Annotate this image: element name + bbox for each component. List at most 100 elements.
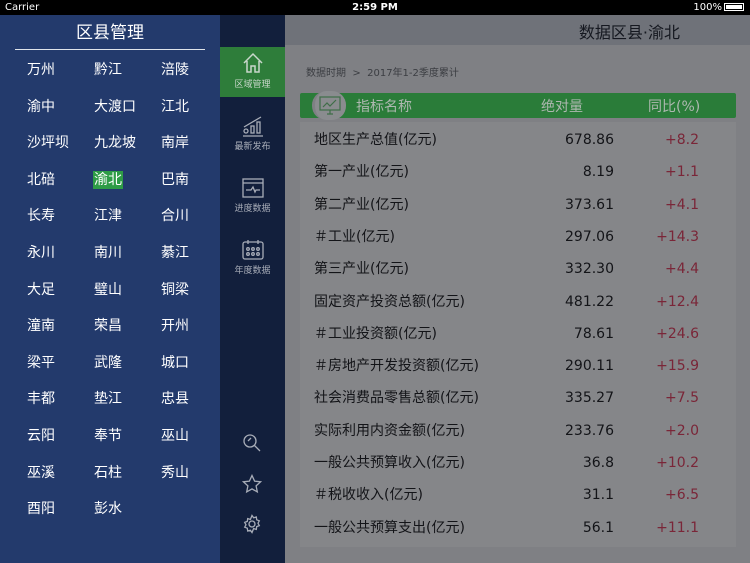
table-row[interactable]: 地区生产总值(亿元) 678.86 +8.2 xyxy=(300,124,736,156)
district-item[interactable]: 城口 xyxy=(160,345,227,382)
district-item[interactable]: 忠县 xyxy=(160,381,227,418)
district-item[interactable]: 大足 xyxy=(26,272,93,309)
table-header: 指标名称 绝对量 同比(%) xyxy=(300,91,736,120)
cell-name: 固定资产投资总额(亿元) xyxy=(314,293,465,310)
cell-pct: +6.5 xyxy=(665,487,699,504)
district-item[interactable]: 巴南 xyxy=(160,162,227,199)
district-label: 璧山 xyxy=(94,281,122,298)
cell-name: 社会消费品零售总额(亿元) xyxy=(314,390,479,407)
district-item[interactable]: 丰都 xyxy=(26,381,93,418)
nav-region-management[interactable]: 区域管理 xyxy=(220,47,285,97)
district-item[interactable]: 南岸 xyxy=(160,125,227,162)
table-row[interactable]: 一般公共预算收入(亿元) 36.8 +10.2 xyxy=(300,447,736,479)
table-row[interactable]: ＃工业投资额(亿元) 78.61 +24.6 xyxy=(300,318,736,350)
district-item[interactable]: 石柱 xyxy=(93,455,160,492)
nav-latest-release[interactable]: 最新发布 xyxy=(220,111,285,161)
cell-pct: +14.3 xyxy=(656,228,699,245)
district-item[interactable]: 江津 xyxy=(93,198,160,235)
district-label: 铜梁 xyxy=(161,281,189,298)
nav-progress-data[interactable]: 进度数据 xyxy=(220,173,285,223)
cell-name: 实际利用内资金额(亿元) xyxy=(314,422,465,439)
district-item[interactable]: 渝中 xyxy=(26,89,93,126)
gear-icon[interactable] xyxy=(242,514,262,534)
nav-label: 年度数据 xyxy=(234,266,271,276)
district-item[interactable]: 南川 xyxy=(93,235,160,272)
district-item[interactable]: 云阳 xyxy=(26,418,93,455)
district-label: 石柱 xyxy=(94,464,122,481)
battery: 100% xyxy=(693,0,744,15)
district-item[interactable]: 璧山 xyxy=(93,272,160,309)
district-item[interactable]: 合川 xyxy=(160,198,227,235)
table-row[interactable]: 第一产业(亿元) 8.19 +1.1 xyxy=(300,156,736,188)
district-item[interactable]: 垫江 xyxy=(93,381,160,418)
district-item[interactable]: 奉节 xyxy=(93,418,160,455)
district-item[interactable]: 巫山 xyxy=(160,418,227,455)
district-label: 巫山 xyxy=(161,427,189,444)
cell-value: 373.61 xyxy=(565,196,614,213)
district-item[interactable]: 梁平 xyxy=(26,345,93,382)
district-item[interactable]: 渝北 xyxy=(93,162,160,199)
district-item[interactable]: 潼南 xyxy=(26,308,93,345)
district-item[interactable]: 綦江 xyxy=(160,235,227,272)
district-item[interactable]: 江北 xyxy=(160,89,227,126)
district-label: 涪陵 xyxy=(161,62,189,78)
district-label: 武隆 xyxy=(94,354,122,371)
table-row[interactable]: 固定资产投资总额(亿元) 481.22 +12.4 xyxy=(300,286,736,318)
table-row[interactable]: 第二产业(亿元) 373.61 +4.1 xyxy=(300,189,736,221)
district-label: 綦江 xyxy=(161,244,189,261)
calendar-icon xyxy=(241,240,264,260)
district-item[interactable]: 荣昌 xyxy=(93,308,160,345)
district-label: 渝北 xyxy=(93,170,123,189)
cell-value: 332.30 xyxy=(565,261,614,278)
district-item[interactable]: 九龙坡 xyxy=(93,125,160,162)
district-label: 开州 xyxy=(161,318,189,335)
table-row[interactable]: 第三产业(亿元) 332.30 +4.4 xyxy=(300,253,736,285)
search-icon[interactable] xyxy=(242,433,262,453)
table-row[interactable]: 一般公共预算支出(亿元) 56.1 +11.1 xyxy=(300,512,736,544)
cell-name: 第三产业(亿元) xyxy=(314,261,409,278)
district-label: 九龙坡 xyxy=(94,135,136,152)
district-item[interactable]: 黔江 xyxy=(93,52,160,89)
district-item[interactable]: 北碚 xyxy=(26,162,93,199)
district-item[interactable]: 武隆 xyxy=(93,345,160,382)
table-row[interactable]: 实际利用内资金额(亿元) 233.76 +2.0 xyxy=(300,415,736,447)
table-row[interactable]: ＃税收收入(亿元) 31.1 +6.5 xyxy=(300,479,736,511)
district-item[interactable]: 秀山 xyxy=(160,455,227,492)
monitor-pulse-icon xyxy=(241,178,264,198)
district-label: 长寿 xyxy=(27,208,55,225)
crumb-separator: > xyxy=(352,68,361,79)
page-title: 数据区县·渝北 xyxy=(578,23,680,42)
cell-pct: +4.4 xyxy=(665,261,699,278)
district-item[interactable]: 长寿 xyxy=(26,198,93,235)
district-label: 云阳 xyxy=(27,427,55,444)
district-item[interactable]: 大渡口 xyxy=(93,89,160,126)
breadcrumb[interactable]: 数据时期 > 2017年1-2季度累计 xyxy=(306,64,459,79)
table-row[interactable]: 社会消费品零售总额(亿元) 335.27 +7.5 xyxy=(300,382,736,414)
cell-value: 56.1 xyxy=(582,519,614,536)
district-item[interactable]: 万州 xyxy=(26,52,93,89)
star-icon[interactable] xyxy=(242,474,262,494)
district-item[interactable]: 彭水 xyxy=(93,491,160,528)
table-row[interactable]: ＃工业(亿元) 297.06 +14.3 xyxy=(300,221,736,253)
district-item[interactable]: 巫溪 xyxy=(26,455,93,492)
district-label: 沙坪坝 xyxy=(27,135,69,152)
cell-name: 第二产业(亿元) xyxy=(314,196,409,213)
battery-text: 100% xyxy=(693,2,722,13)
district-item[interactable]: 沙坪坝 xyxy=(26,125,93,162)
district-item[interactable]: 开州 xyxy=(160,308,227,345)
district-item[interactable]: 铜梁 xyxy=(160,272,227,309)
district-label: 永川 xyxy=(27,244,55,261)
cell-name: 一般公共预算收入(亿元) xyxy=(314,455,465,471)
main-header: 数据区县·渝北 xyxy=(285,15,750,45)
district-item[interactable]: 永川 xyxy=(26,235,93,272)
header-name: 指标名称 xyxy=(356,99,412,115)
district-item[interactable]: 涪陵 xyxy=(160,52,227,89)
cell-pct: +12.4 xyxy=(656,293,699,310)
cell-value: 233.76 xyxy=(565,422,614,439)
district-item[interactable]: 酉阳 xyxy=(26,491,93,528)
battery-icon xyxy=(724,3,744,11)
nav-annual-data[interactable]: 年度数据 xyxy=(220,235,285,285)
table-row[interactable]: ＃房地产开发投资额(亿元) 290.11 +15.9 xyxy=(300,350,736,382)
side-nav: 区域管理 最新发布 进度数据 年度数据 xyxy=(220,15,285,563)
cell-value: 290.11 xyxy=(565,358,614,375)
